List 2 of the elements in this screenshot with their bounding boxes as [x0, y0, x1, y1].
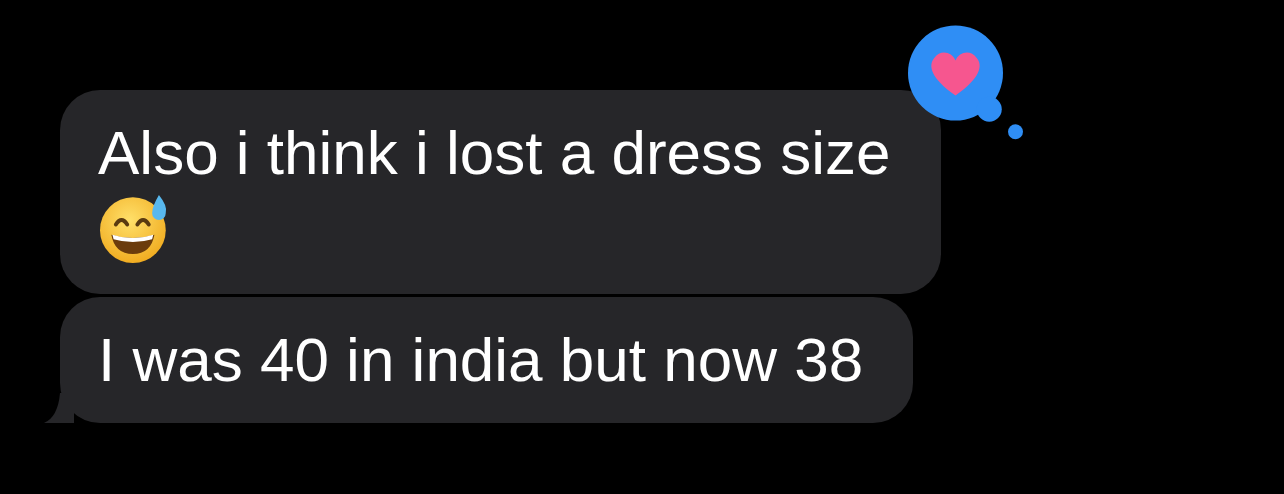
message-text: I was 40 in india but now 38 [98, 324, 864, 396]
message-text: Also i think i lost a dress size [98, 117, 891, 189]
